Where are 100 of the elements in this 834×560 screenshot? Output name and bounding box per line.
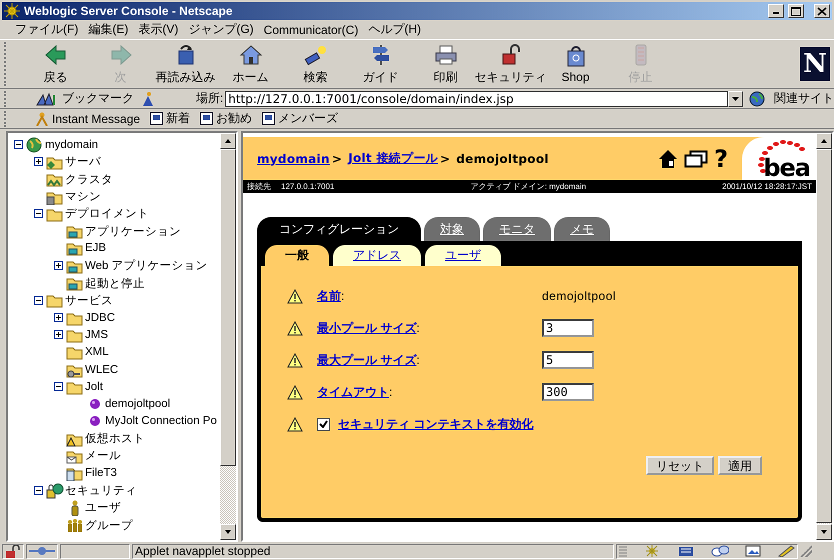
- form-button[interactable]: リセット: [646, 456, 714, 475]
- tree-toggle[interactable]: [54, 313, 62, 322]
- maximize-button[interactable]: [788, 4, 804, 18]
- tree-toggle[interactable]: [34, 157, 42, 166]
- input-field[interactable]: 300: [542, 383, 594, 401]
- tree-item[interactable]: WLEC: [85, 364, 118, 376]
- tree-item[interactable]: EJB: [85, 242, 106, 254]
- tree-item[interactable]: グループ: [85, 518, 133, 533]
- tree-item[interactable]: MyJolt Connection Po: [105, 415, 217, 428]
- group-icon: [66, 517, 84, 534]
- windows-icon[interactable]: [684, 150, 708, 168]
- tree-item[interactable]: ユーザ: [85, 500, 121, 516]
- globe-icon: [26, 136, 44, 153]
- toolbar-button[interactable]: 戻る: [23, 42, 88, 86]
- status-message: Applet navapplet stopped: [132, 544, 614, 558]
- menu-item[interactable]: ヘルプ(H): [363, 21, 426, 38]
- field-link[interactable]: タイムアウト: [317, 384, 389, 400]
- subtab[interactable]: アドレス: [333, 245, 421, 266]
- tree-toggle[interactable]: [14, 140, 22, 150]
- field-link[interactable]: 最小プール サイズ: [317, 320, 416, 336]
- field-link[interactable]: 名前: [317, 288, 341, 304]
- input-field[interactable]: 5: [542, 351, 594, 369]
- bookmark-page-icon: [150, 112, 164, 125]
- tree-item[interactable]: クラスタ: [65, 172, 113, 187]
- menu-item[interactable]: Communicator(C): [258, 22, 364, 36]
- breadcrumb-link[interactable]: mydomain: [257, 152, 330, 166]
- related-sites-button[interactable]: 関連サイト: [749, 90, 834, 107]
- tab[interactable]: メモ: [554, 217, 610, 241]
- checkbox[interactable]: [317, 418, 330, 430]
- tree-item[interactable]: mydomain: [45, 138, 98, 151]
- bookmarks-button[interactable]: ブックマーク: [34, 90, 134, 107]
- bookmark-page-icon: [262, 112, 276, 125]
- breadcrumb-link[interactable]: Jolt 接続プール: [348, 150, 438, 167]
- tree-item[interactable]: JMS: [85, 328, 108, 341]
- tree-item[interactable]: XML: [85, 346, 109, 358]
- picture-frame-icon: [745, 545, 761, 557]
- bookmark-link[interactable]: メンバーズ: [262, 110, 338, 127]
- location-label: 場所:: [196, 90, 224, 107]
- field-link[interactable]: 最大プール サイズ: [317, 352, 416, 368]
- tree-item[interactable]: JDBC: [85, 312, 116, 324]
- colon: :: [416, 321, 420, 335]
- menu-item[interactable]: 表示(V): [133, 21, 184, 38]
- toolbar-button[interactable]: 再読み込み: [153, 42, 218, 86]
- dropdown-button[interactable]: [728, 90, 744, 106]
- menu-item[interactable]: ファイル(F): [10, 21, 84, 38]
- tree-item[interactable]: demojoltpool: [105, 398, 170, 410]
- tree-toggle[interactable]: [54, 382, 62, 392]
- tree-toggle[interactable]: [34, 486, 42, 496]
- warning-icon: [287, 352, 303, 368]
- tab[interactable]: 対象: [424, 217, 480, 241]
- menu-item[interactable]: ジャンプ(G): [183, 21, 259, 38]
- tree-toggle[interactable]: [34, 296, 42, 305]
- close-button[interactable]: [814, 4, 830, 18]
- bookmark-link[interactable]: Instant Message: [35, 112, 140, 126]
- bookmark-link[interactable]: 新着: [150, 110, 190, 127]
- toolbar-button[interactable]: 検索: [283, 42, 348, 86]
- tree-item[interactable]: メール: [85, 448, 121, 464]
- tree-item[interactable]: アプリケーション: [85, 224, 181, 239]
- chat-bubbles-icon: [711, 545, 729, 557]
- tree-toggle[interactable]: [34, 209, 42, 218]
- subtab[interactable]: ユーザ: [425, 245, 501, 266]
- tree-item[interactable]: サーバ: [65, 154, 101, 170]
- tree-item[interactable]: セキュリティ: [65, 483, 137, 498]
- toolbar-button[interactable]: ホーム: [218, 42, 283, 86]
- form-button[interactable]: 適用: [718, 456, 762, 475]
- printer-icon: [434, 42, 458, 66]
- resize-grip[interactable]: [800, 545, 812, 557]
- scrollbar[interactable]: [816, 133, 832, 540]
- tab[interactable]: モニタ: [483, 217, 551, 241]
- scrollbar[interactable]: [220, 133, 236, 540]
- breadcrumb-separator: >: [440, 152, 450, 166]
- colon: :: [389, 385, 392, 399]
- tree-item[interactable]: マシン: [65, 189, 101, 204]
- subtab[interactable]: 一般: [265, 245, 329, 266]
- tree-item[interactable]: FileT3: [85, 467, 117, 480]
- sun-icon: [643, 545, 661, 557]
- tree-item[interactable]: 起動と停止: [85, 276, 145, 291]
- toolbar-button[interactable]: Shop: [543, 42, 608, 86]
- toolbar-button[interactable]: ガイド: [348, 42, 413, 86]
- tab[interactable]: コンフィグレーション: [257, 217, 421, 241]
- tree-item[interactable]: サービス: [65, 292, 113, 308]
- url-field[interactable]: http://127.0.0.1:7001/console/domain/index.jsp: [225, 90, 728, 106]
- field-link[interactable]: セキュリティ コンテキストを有効化: [338, 416, 534, 432]
- current-page: demojoltpool: [456, 152, 549, 166]
- app-sparkle-icon: [4, 3, 20, 19]
- bookmark-link[interactable]: お勧め: [200, 110, 252, 127]
- tree-toggle[interactable]: [54, 330, 62, 340]
- tree-item[interactable]: Jolt: [85, 380, 103, 393]
- tree-item[interactable]: 仮想ホスト: [85, 431, 145, 446]
- menu-item[interactable]: 編集(E): [83, 21, 134, 38]
- colon: :: [341, 289, 344, 303]
- home-icon[interactable]: [658, 148, 678, 168]
- tree-item[interactable]: デプロイメント: [65, 206, 149, 222]
- toolbar-button[interactable]: 印刷: [413, 42, 478, 86]
- timestamp: 2001/10/12 18:28:17:JST: [722, 182, 812, 191]
- tree-item[interactable]: Web アプリケーション: [85, 258, 208, 274]
- help-link[interactable]: ?: [714, 146, 728, 170]
- minimize-button[interactable]: [768, 4, 784, 18]
- input-field[interactable]: 3: [542, 319, 594, 337]
- tree-toggle[interactable]: [54, 261, 62, 270]
